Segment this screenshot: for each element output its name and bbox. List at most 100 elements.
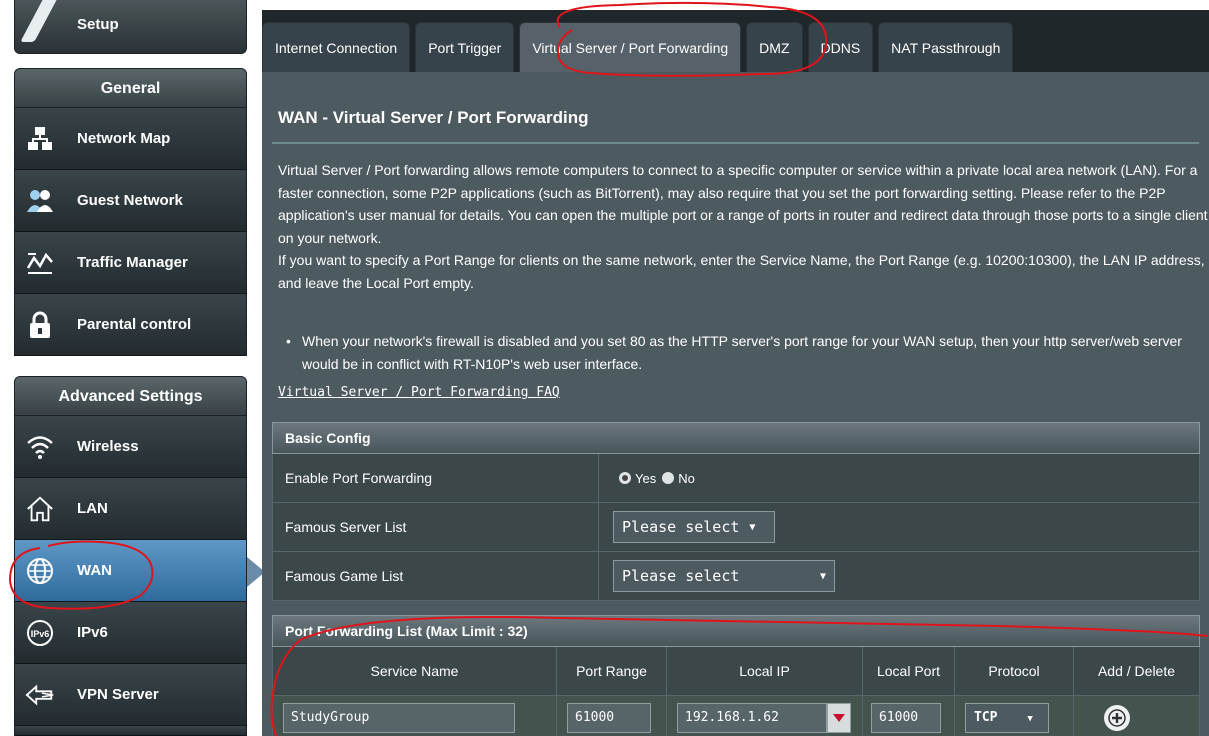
famous-game-select[interactable]: Please select ▼ bbox=[613, 560, 835, 592]
column-local-ip: Local IP bbox=[667, 647, 863, 695]
title-divider bbox=[272, 142, 1199, 144]
local-ip-combo: 192.168.1.62 bbox=[677, 703, 851, 733]
tab-nat-passthrough[interactable]: NAT Passthrough bbox=[878, 22, 1014, 72]
content-panel: WAN - Virtual Server / Port Forwarding V… bbox=[262, 72, 1209, 736]
tab-port-trigger[interactable]: Port Trigger bbox=[415, 22, 515, 72]
svg-text:IPv6: IPv6 bbox=[31, 629, 50, 639]
local-port-input[interactable]: 61000 bbox=[871, 703, 941, 733]
famous-game-row: Famous Game List Please select ▼ bbox=[272, 552, 1200, 601]
radio-yes-label: Yes bbox=[635, 470, 657, 486]
port-forwarding-columns: Service Name Port Range Local IP Local P… bbox=[272, 647, 1200, 696]
description-paragraph: If you want to specify a Port Range for … bbox=[278, 252, 1205, 291]
sidebar-item-vpn-server[interactable]: VPN Server bbox=[14, 664, 247, 726]
service-name-cell: StudyGroup bbox=[273, 696, 557, 736]
tab-bar: Internet Connection Port Trigger Virtual… bbox=[262, 22, 1018, 72]
lock-icon bbox=[25, 310, 55, 340]
enable-port-forwarding-row: Enable Port Forwarding Yes No bbox=[272, 454, 1200, 503]
famous-server-label: Famous Server List bbox=[273, 503, 599, 551]
sidebar-item-label: WAN bbox=[77, 562, 112, 579]
basic-config-header: Basic Config bbox=[272, 422, 1200, 454]
protocol-select[interactable]: TCP ▼ bbox=[965, 703, 1049, 733]
protocol-cell: TCP ▼ bbox=[955, 696, 1074, 736]
port-range-input[interactable]: 61000 bbox=[567, 703, 651, 733]
famous-game-select-value: Please select bbox=[622, 567, 740, 585]
chevron-down-icon bbox=[833, 714, 845, 722]
radio-no-label: No bbox=[678, 470, 695, 486]
traffic-manager-icon bbox=[25, 248, 55, 278]
famous-server-select-value: Please select bbox=[622, 518, 740, 536]
sidebar-header-general: General bbox=[14, 68, 247, 108]
sidebar-header-advanced: Advanced Settings bbox=[14, 376, 247, 416]
sidebar-item-label: LAN bbox=[77, 500, 108, 517]
sidebar-item-guest-network[interactable]: Guest Network bbox=[14, 170, 247, 232]
sidebar-item-parental-control[interactable]: Parental control bbox=[14, 294, 247, 356]
local-ip-dropdown-button[interactable] bbox=[827, 703, 851, 733]
famous-game-value: Please select ▼ bbox=[599, 552, 1199, 600]
chevron-down-icon: ▼ bbox=[749, 521, 756, 533]
sidebar-item-network-map[interactable]: Network Map bbox=[14, 108, 247, 170]
column-add-delete: Add / Delete bbox=[1097, 663, 1176, 679]
column-port-range: Port Range bbox=[557, 647, 667, 695]
sidebar-item-wireless[interactable]: Wireless bbox=[14, 416, 247, 478]
sidebar-item-label: Traffic Manager bbox=[77, 254, 188, 271]
protocol-select-value: TCP bbox=[974, 710, 998, 725]
guest-network-icon bbox=[25, 186, 55, 216]
tab-ddns[interactable]: DDNS bbox=[807, 22, 874, 72]
tab-dmz[interactable]: DMZ bbox=[746, 22, 803, 72]
sidebar-item-ipv6[interactable]: IPv6 IPv6 bbox=[14, 602, 247, 664]
sidebar-item-lan[interactable]: LAN bbox=[14, 478, 247, 540]
service-name-input[interactable]: StudyGroup bbox=[283, 703, 515, 733]
sidebar-item-more[interactable] bbox=[14, 726, 247, 736]
vpn-icon bbox=[25, 680, 55, 710]
port-range-cell: 61000 bbox=[557, 696, 667, 736]
firewall-note: • When your network's firewall is disabl… bbox=[286, 330, 1196, 375]
local-ip-input[interactable]: 192.168.1.62 bbox=[677, 703, 827, 733]
sidebar-item-label: Parental control bbox=[77, 316, 192, 333]
famous-server-value: Please select ▼ bbox=[599, 503, 1199, 551]
radio-yes[interactable] bbox=[619, 472, 631, 484]
globe-icon bbox=[25, 556, 55, 586]
main-area: Internet Connection Port Trigger Virtual… bbox=[262, 10, 1209, 736]
sidebar-item-wan[interactable]: WAN bbox=[14, 540, 247, 602]
radio-no[interactable] bbox=[662, 472, 675, 484]
sidebar-item-setup[interactable]: Setup bbox=[14, 0, 247, 54]
port-forwarding-input-row: StudyGroup 61000 192.168.1.62 61000 TCP … bbox=[272, 696, 1200, 736]
famous-game-label: Famous Game List bbox=[273, 552, 599, 600]
local-ip-cell: 192.168.1.62 bbox=[667, 696, 863, 736]
column-service-name: Service Name bbox=[273, 647, 557, 695]
enable-port-forwarding-label: Enable Port Forwarding bbox=[273, 454, 599, 502]
basic-config-table: Basic Config Enable Port Forwarding Yes … bbox=[272, 422, 1200, 601]
network-map-icon bbox=[25, 124, 55, 154]
wifi-icon bbox=[25, 432, 55, 462]
ipv6-icon: IPv6 bbox=[25, 618, 55, 648]
faq-link[interactable]: Virtual Server / Port Forwarding FAQ bbox=[278, 385, 560, 400]
bullet-icon: • bbox=[286, 333, 291, 349]
local-port-cell: 61000 bbox=[863, 696, 955, 736]
sidebar-item-label: IPv6 bbox=[77, 624, 108, 641]
sidebar-item-label: Network Map bbox=[77, 130, 171, 147]
home-icon bbox=[25, 494, 55, 524]
description-paragraph: Virtual Server / Port forwarding allows … bbox=[278, 162, 1208, 246]
famous-server-row: Famous Server List Please select ▼ bbox=[272, 503, 1200, 552]
tab-internet-connection[interactable]: Internet Connection bbox=[262, 22, 411, 72]
sidebar: Setup General Network Map Guest Network … bbox=[0, 0, 265, 736]
tab-virtual-server[interactable]: Virtual Server / Port Forwarding bbox=[519, 22, 742, 72]
firewall-note-text: When your network's firewall is disabled… bbox=[302, 333, 1182, 372]
port-forwarding-table: Port Forwarding List (Max Limit : 32) Se… bbox=[272, 615, 1200, 736]
plus-icon bbox=[1108, 709, 1126, 727]
sidebar-item-label: Guest Network bbox=[77, 192, 183, 209]
chevron-down-icon: ▼ bbox=[819, 570, 826, 582]
quick-setup-icon bbox=[20, 0, 60, 42]
sidebar-item-label: VPN Server bbox=[77, 686, 159, 703]
add-delete-cell bbox=[1074, 696, 1199, 736]
famous-server-select[interactable]: Please select ▼ bbox=[613, 511, 775, 543]
page-description: Virtual Server / Port forwarding allows … bbox=[278, 159, 1208, 294]
sidebar-item-traffic-manager[interactable]: Traffic Manager bbox=[14, 232, 247, 294]
page-title: WAN - Virtual Server / Port Forwarding bbox=[278, 108, 589, 127]
column-local-port: Local Port bbox=[863, 647, 955, 695]
enable-port-forwarding-options: Yes No bbox=[599, 454, 1199, 502]
port-forwarding-header: Port Forwarding List (Max Limit : 32) bbox=[272, 615, 1200, 647]
sidebar-item-label: Wireless bbox=[77, 438, 139, 455]
add-rule-button[interactable] bbox=[1104, 705, 1130, 731]
sidebar-item-label: Setup bbox=[77, 16, 119, 33]
